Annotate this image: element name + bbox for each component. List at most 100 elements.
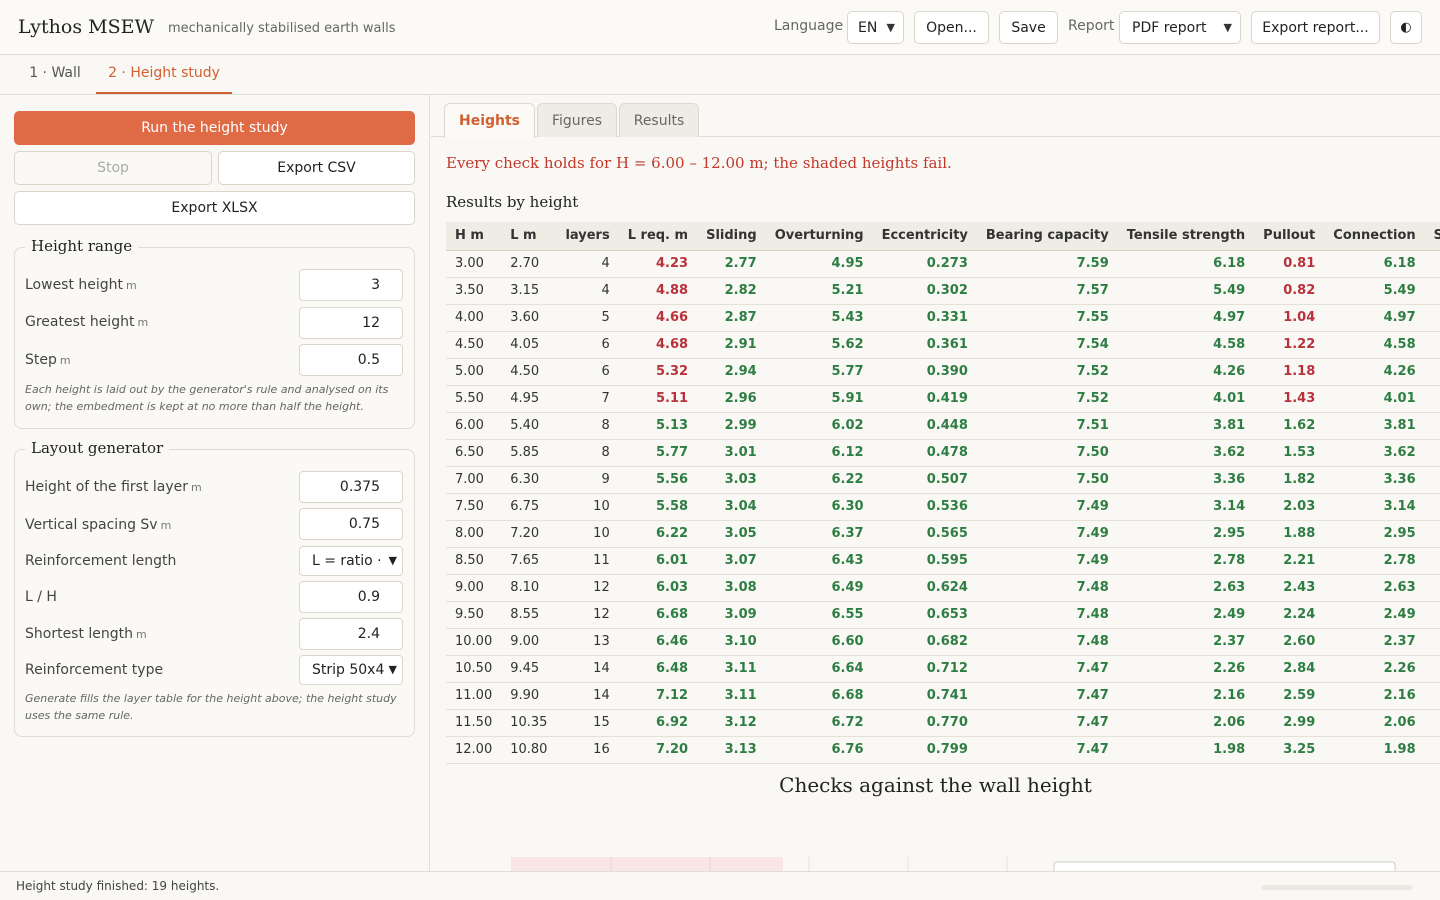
table-row[interactable]: 10.00 9.00 13 6.46 3.10 6.60 0.682 7.48 2.37 2.60… <box>446 628 1440 656</box>
table-row[interactable]: 7.00 6.30 9 5.56 3.03 6.22 0.507 7.50 3.36 1.82 3.… <box>446 466 1440 494</box>
table-cell: 3.13 <box>697 736 766 764</box>
table-cell: 10.35 <box>501 709 557 737</box>
table-cell: 2.06 <box>1324 709 1425 737</box>
reinforcement-length-select[interactable]: L = ratio · ▼ <box>299 546 403 576</box>
reinforcement-type-select[interactable]: Strip 50x4 ▼ <box>299 655 403 685</box>
ratio-input[interactable]: 0.9 <box>299 581 403 613</box>
table-cell: 4.01 <box>1117 385 1255 413</box>
table-cell: 3.36 <box>1117 466 1255 494</box>
tab-height-study[interactable]: 2 · Height study <box>96 55 232 94</box>
col-header[interactable]: Overturning <box>765 222 873 251</box>
table-cell: 2.37 <box>1117 628 1255 656</box>
table-cell: 1.88 <box>1254 520 1325 548</box>
app-subtitle: mechanically stabilised earth walls <box>168 21 396 36</box>
table-title: Results by height <box>446 193 579 211</box>
table-cell: 6.75 <box>501 493 557 521</box>
run-height-study-button[interactable]: Run the height study <box>14 111 415 145</box>
table-row[interactable]: 3.50 3.15 4 4.88 2.82 5.21 0.302 7.57 5.49 0.82 5.… <box>446 277 1440 305</box>
table-cell: 4.95 <box>501 385 557 413</box>
table-cell: 2.60 <box>1254 628 1325 656</box>
table-row[interactable]: 8.00 7.20 10 6.22 3.05 6.37 0.565 7.49 2.95 1.88 2… <box>446 520 1440 548</box>
table-cell <box>1424 574 1440 602</box>
tab-figures[interactable]: Figures <box>537 103 617 137</box>
col-header[interactable]: Bearing capacity <box>976 222 1118 251</box>
greatest-height-input[interactable]: 12 <box>299 307 403 339</box>
table-row[interactable]: 4.50 4.05 6 4.68 2.91 5.62 0.361 7.54 4.58 1.22 4.… <box>446 331 1440 359</box>
col-header[interactable]: Pullout <box>1254 222 1325 251</box>
status-text: Height study finished: 19 heights. <box>16 879 220 893</box>
table-cell <box>1424 547 1440 575</box>
vertical-spacing-input[interactable]: 0.75 <box>299 508 403 540</box>
table-row[interactable]: 8.50 7.65 11 6.01 3.07 6.43 0.595 7.49 2.78 2.21 2… <box>446 547 1440 575</box>
report-value: PDF report <box>1132 19 1207 36</box>
stop-button[interactable]: Stop <box>14 151 212 185</box>
export-report-button[interactable]: Export report... <box>1251 11 1380 44</box>
col-header[interactable]: H m <box>446 222 502 251</box>
table-cell: 1.22 <box>1254 331 1325 359</box>
table-cell: 2.21 <box>1254 547 1325 575</box>
language-select[interactable]: EN ▼ <box>847 11 904 44</box>
chevron-down-icon: ▼ <box>1223 21 1232 34</box>
table-cell: 3.62 <box>1117 439 1255 467</box>
table-row[interactable]: 5.00 4.50 6 5.32 2.94 5.77 0.390 7.52 4.26 1.18 4.… <box>446 358 1440 386</box>
tab-wall[interactable]: 1 · Wall <box>16 55 94 94</box>
table-cell: 3.11 <box>697 655 766 683</box>
tab-results[interactable]: Results <box>619 103 699 137</box>
table-row[interactable]: 6.00 5.40 8 5.13 2.99 6.02 0.448 7.51 3.81 1.62 3.… <box>446 412 1440 440</box>
table-cell: 4.68 <box>618 331 698 359</box>
table-cell: 3.15 <box>501 277 557 305</box>
table-row[interactable]: 3.00 2.70 4 4.23 2.77 4.95 0.273 7.59 6.18 0.81 6.… <box>446 250 1440 278</box>
col-header[interactable]: Connection <box>1324 222 1425 251</box>
open-button[interactable]: Open... <box>914 11 989 44</box>
col-header[interactable]: Eccentricity <box>872 222 977 251</box>
table-cell: 9.90 <box>501 682 557 710</box>
first-layer-input[interactable]: 0.375 <box>299 471 403 503</box>
col-header[interactable]: Sliding <box>697 222 766 251</box>
table-row[interactable]: 11.00 9.90 14 7.12 3.11 6.68 0.741 7.47 2.16 2.59… <box>446 682 1440 710</box>
table-cell: 2.84 <box>1254 655 1325 683</box>
col-header[interactable]: L m <box>501 222 557 251</box>
col-header[interactable]: Tensile strength <box>1117 222 1255 251</box>
table-cell <box>1424 277 1440 305</box>
table-row[interactable]: 10.50 9.45 14 6.48 3.11 6.64 0.712 7.47 2.26 2.84… <box>446 655 1440 683</box>
col-header[interactable]: Sliding <box>1424 222 1440 251</box>
table-cell: 5.40 <box>501 412 557 440</box>
table-row[interactable]: 9.00 8.10 12 6.03 3.08 6.49 0.624 7.48 2.63 2.43 2… <box>446 574 1440 602</box>
table-cell: 10 <box>556 493 619 521</box>
table-row[interactable]: 5.50 4.95 7 5.11 2.96 5.91 0.419 7.52 4.01 1.43 4.… <box>446 385 1440 413</box>
save-button[interactable]: Save <box>999 11 1058 44</box>
table-row[interactable]: 9.50 8.55 12 6.68 3.09 6.55 0.653 7.48 2.49 2.24 2… <box>446 601 1440 629</box>
table-cell: 4.01 <box>1324 385 1425 413</box>
table-row[interactable]: 12.00 10.80 16 7.20 3.13 6.76 0.799 7.47 1.98 3.2… <box>446 736 1440 764</box>
tab-heights[interactable]: Heights <box>444 103 535 138</box>
export-xlsx-button[interactable]: Export XLSX <box>14 191 415 225</box>
theme-toggle-button[interactable]: ◐ <box>1390 11 1422 44</box>
table-cell: 8.00 <box>446 520 502 548</box>
table-row[interactable]: 7.50 6.75 10 5.58 3.04 6.30 0.536 7.49 3.14 2.03 3… <box>446 493 1440 521</box>
results-table: H m L m layers L req. m Sliding Overturn… <box>446 222 1440 764</box>
table-body: 3.00 2.70 4 4.23 2.77 4.95 0.273 7.59 6.18 0.81 6.… <box>446 250 1440 764</box>
report-select[interactable]: PDF report ▼ <box>1119 11 1241 44</box>
progress-bar <box>1262 885 1412 890</box>
lowest-height-input[interactable]: 3 <box>299 269 403 301</box>
table-cell: 6.43 <box>765 547 873 575</box>
sidebar: Run the height study Stop Export CSV Exp… <box>0 95 430 871</box>
table-row[interactable]: 4.00 3.60 5 4.66 2.87 5.43 0.331 7.55 4.97 1.04 4.… <box>446 304 1440 332</box>
table-cell: 5.50 <box>446 385 502 413</box>
table-row[interactable]: 11.50 10.35 15 6.92 3.12 6.72 0.770 7.47 2.06 2.9… <box>446 709 1440 737</box>
table-cell: 14 <box>556 682 619 710</box>
step-input[interactable]: 0.5 <box>299 344 403 376</box>
reinforcement-type-label: Reinforcement type <box>25 662 164 678</box>
table-cell: 1.04 <box>1254 304 1325 332</box>
height-range-legend: Height range <box>25 237 139 255</box>
table-cell: 4.05 <box>501 331 557 359</box>
contrast-icon: ◐ <box>1400 20 1412 35</box>
table-cell: 0.448 <box>872 412 977 440</box>
table-cell: 10.00 <box>446 628 502 656</box>
col-header[interactable]: layers <box>556 222 619 251</box>
col-header[interactable]: L req. m <box>618 222 698 251</box>
table-cell: 2.78 <box>1117 547 1255 575</box>
shortest-length-input[interactable]: 2.4 <box>299 618 403 650</box>
table-row[interactable]: 6.50 5.85 8 5.77 3.01 6.12 0.478 7.50 3.62 1.53 3.… <box>446 439 1440 467</box>
export-csv-button[interactable]: Export CSV <box>218 151 415 185</box>
